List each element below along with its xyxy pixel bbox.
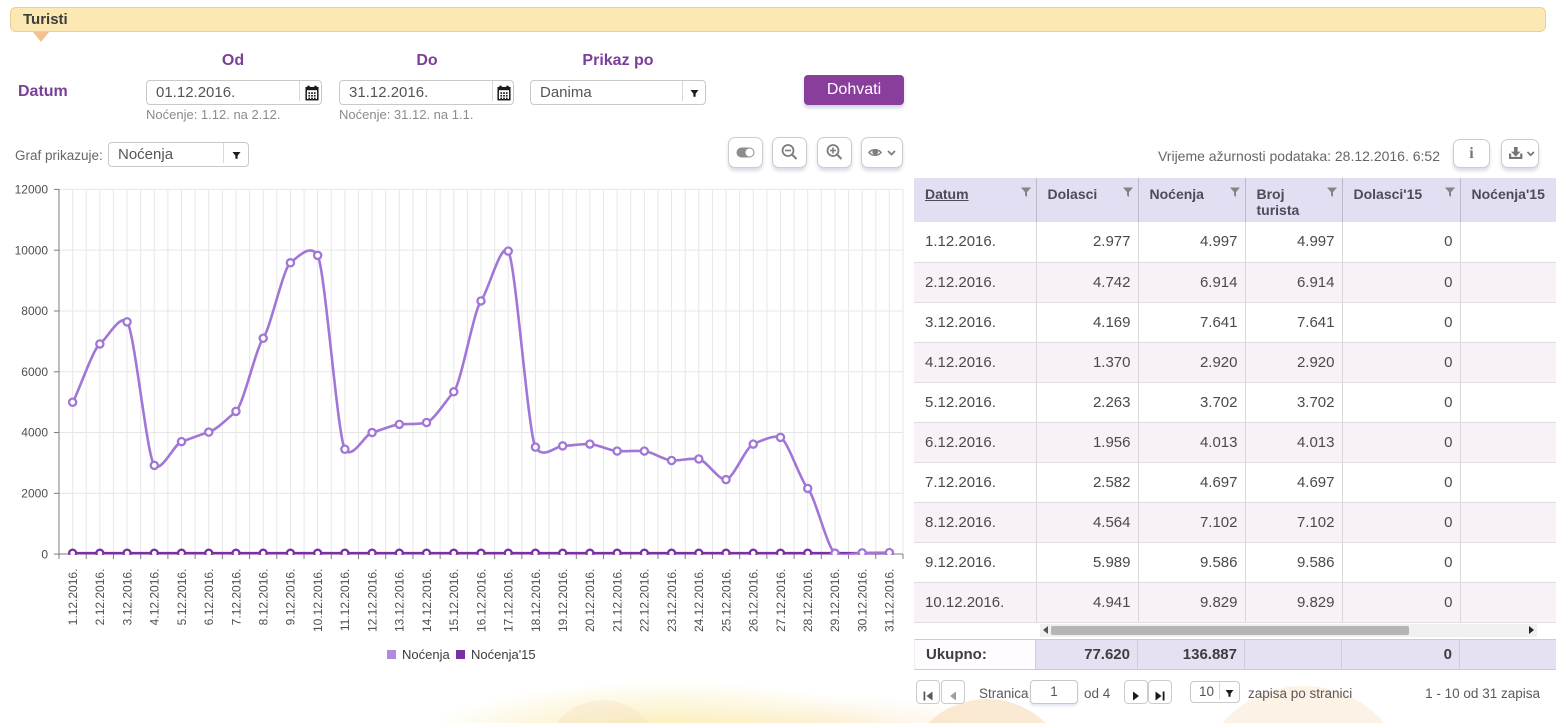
svg-text:3.12.2016.: 3.12.2016.	[120, 569, 134, 626]
svg-text:6.12.2016.: 6.12.2016.	[202, 569, 216, 626]
svg-text:20.12.2016.: 20.12.2016.	[583, 569, 597, 632]
svg-text:10.12.2016.: 10.12.2016.	[311, 569, 325, 632]
svg-text:13.12.2016.: 13.12.2016.	[393, 569, 407, 632]
svg-text:24.12.2016.: 24.12.2016.	[692, 569, 706, 632]
svg-text:17.12.2016.: 17.12.2016.	[502, 569, 516, 632]
svg-text:31.12.2016.: 31.12.2016.	[883, 569, 897, 632]
svg-text:26.12.2016.: 26.12.2016.	[747, 569, 761, 632]
svg-text:6000: 6000	[21, 365, 48, 379]
svg-text:25.12.2016.: 25.12.2016.	[719, 569, 733, 632]
svg-text:4000: 4000	[21, 426, 48, 440]
svg-text:29.12.2016.: 29.12.2016.	[828, 569, 842, 632]
svg-text:30.12.2016.: 30.12.2016.	[855, 569, 869, 632]
svg-text:28.12.2016.: 28.12.2016.	[801, 569, 815, 632]
svg-text:22.12.2016.: 22.12.2016.	[638, 569, 652, 632]
svg-text:18.12.2016.: 18.12.2016.	[529, 569, 543, 632]
svg-text:2000: 2000	[21, 487, 48, 501]
svg-text:1.12.2016.: 1.12.2016.	[66, 569, 80, 626]
svg-text:12.12.2016.: 12.12.2016.	[365, 569, 379, 632]
svg-text:Noćenja: Noćenja	[402, 647, 450, 662]
svg-text:8000: 8000	[21, 304, 48, 318]
svg-text:10000: 10000	[15, 243, 49, 257]
svg-text:9.12.2016.: 9.12.2016.	[284, 569, 298, 626]
svg-text:14.12.2016.: 14.12.2016.	[420, 569, 434, 632]
svg-text:11.12.2016.: 11.12.2016.	[338, 569, 352, 632]
svg-text:21.12.2016.: 21.12.2016.	[610, 569, 624, 632]
svg-text:16.12.2016.: 16.12.2016.	[474, 569, 488, 632]
svg-text:8.12.2016.: 8.12.2016.	[256, 569, 270, 626]
svg-text:23.12.2016.: 23.12.2016.	[665, 569, 679, 632]
svg-text:19.12.2016.: 19.12.2016.	[556, 569, 570, 632]
svg-text:12000: 12000	[15, 183, 49, 197]
svg-text:0: 0	[41, 547, 48, 561]
svg-text:Noćenja'15: Noćenja'15	[471, 647, 536, 662]
svg-text:2.12.2016.: 2.12.2016.	[93, 569, 107, 626]
svg-text:15.12.2016.: 15.12.2016.	[447, 569, 461, 632]
svg-text:27.12.2016.: 27.12.2016.	[774, 569, 788, 632]
svg-text:7.12.2016.: 7.12.2016.	[229, 569, 243, 626]
svg-text:4.12.2016.: 4.12.2016.	[148, 569, 162, 626]
svg-text:5.12.2016.: 5.12.2016.	[175, 569, 189, 626]
